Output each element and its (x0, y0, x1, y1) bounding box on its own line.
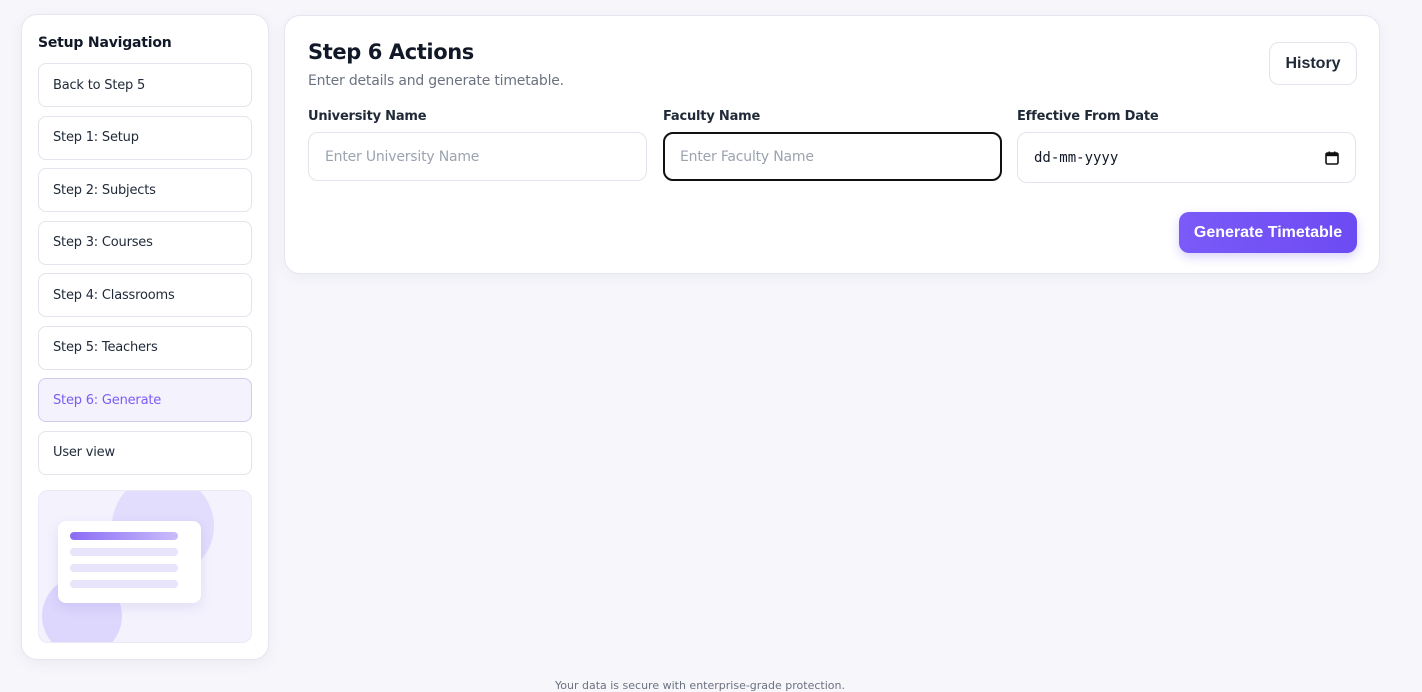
generate-timetable-button[interactable]: Generate Timetable (1179, 212, 1357, 253)
illustration-line (70, 564, 178, 572)
nav-step-5-teachers[interactable]: Step 5: Teachers (38, 325, 252, 370)
university-name-placeholder: Enter University Name (325, 148, 480, 165)
nav-step-6-generate[interactable]: Step 6: Generate (38, 378, 252, 422)
faculty-name-label: Faculty Name (663, 109, 761, 124)
faculty-name-field: Faculty Name Enter Faculty Name (663, 109, 1003, 181)
security-footer-text: Your data is secure with enterprise-grad… (555, 679, 845, 692)
page-subtitle: Enter details and generate timetable. (308, 73, 564, 89)
sidebar-title: Setup Navigation (38, 35, 172, 51)
illustration-line (70, 532, 178, 540)
nav-back-to-step-5[interactable]: Back to Step 5 (38, 63, 252, 107)
nav-step-1-setup[interactable]: Step 1: Setup (38, 115, 252, 160)
history-button[interactable]: History (1269, 42, 1357, 85)
page-title: Step 6 Actions (308, 40, 474, 64)
university-name-input[interactable]: Enter University Name (308, 132, 647, 181)
illustration-line (70, 548, 178, 556)
faculty-name-input[interactable]: Enter Faculty Name (663, 132, 1002, 181)
setup-nav-list: Back to Step 5 Step 1: Setup Step 2: Sub… (38, 63, 252, 483)
sidebar-illustration (38, 490, 252, 643)
university-name-label: University Name (308, 109, 427, 124)
step-6-actions-card: Step 6 Actions Enter details and generat… (284, 15, 1380, 274)
nav-step-3-courses[interactable]: Step 3: Courses (38, 220, 252, 265)
university-name-field: University Name Enter University Name (308, 109, 648, 181)
effective-date-field: Effective From Date dd-mm-yyyy (1017, 109, 1357, 183)
effective-date-label: Effective From Date (1017, 109, 1159, 124)
effective-date-input[interactable]: dd-mm-yyyy (1017, 132, 1356, 183)
faculty-name-placeholder: Enter Faculty Name (680, 148, 814, 165)
illustration-line (70, 580, 178, 588)
calendar-icon[interactable] (1325, 151, 1339, 165)
illustration-card (58, 521, 201, 603)
nav-step-4-classrooms[interactable]: Step 4: Classrooms (38, 273, 252, 317)
effective-date-placeholder: dd-mm-yyyy (1034, 149, 1119, 166)
nav-step-2-subjects[interactable]: Step 2: Subjects (38, 168, 252, 212)
nav-user-view[interactable]: User view (38, 430, 252, 475)
setup-sidebar: Setup Navigation Back to Step 5 Step 1: … (21, 14, 269, 660)
